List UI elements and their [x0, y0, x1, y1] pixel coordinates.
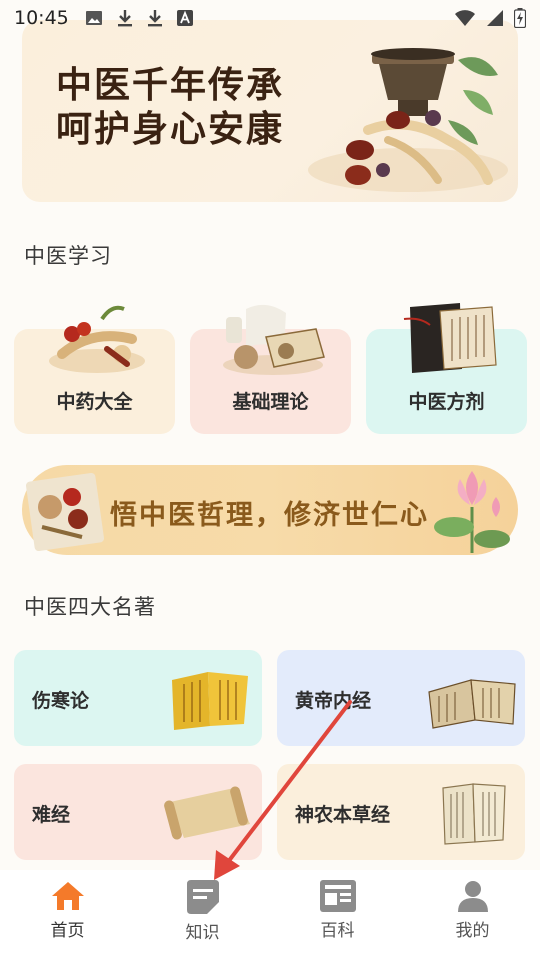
status-time: 10:45	[14, 7, 69, 29]
lotus-icon	[434, 471, 510, 553]
classic-card-nanjing[interactable]: 难经	[14, 764, 262, 860]
encyclopedia-icon	[319, 880, 356, 912]
home-icon	[51, 882, 84, 910]
battery-charging-icon	[514, 8, 526, 28]
prescription-scroll-icon	[403, 303, 497, 373]
herbs-icon	[49, 305, 145, 373]
slogan-text: 悟中医哲理，修济世仁心	[110, 500, 429, 531]
bottom-navigation: 首页 知识 百科 我的	[0, 870, 540, 960]
yellow-book-icon	[172, 672, 248, 730]
study-card-herbs[interactable]: 中药大全	[14, 305, 175, 434]
hero-banner[interactable]: 中医千年传承 呵护身心安康	[22, 20, 518, 202]
image-notification-icon	[85, 11, 102, 25]
signal-icon	[487, 10, 503, 26]
classic-card-label: 难经	[32, 804, 71, 826]
banner-headline-2: 呵护身心安康	[56, 108, 285, 150]
classic-card-label: 伤寒论	[32, 690, 90, 712]
open-book-icon	[428, 679, 516, 729]
classic-card-huangdi[interactable]: 黄帝内经	[277, 650, 525, 746]
nav-encyclopedia-label: 百科	[320, 921, 355, 941]
nav-encyclopedia[interactable]: 百科	[270, 870, 405, 960]
download-notification-icon-2	[147, 10, 162, 27]
study-card-prescriptions[interactable]: 中医方剂	[366, 303, 527, 434]
classic-card-label: 黄帝内经	[295, 690, 372, 712]
study-section-title: 中医学习	[24, 244, 112, 268]
status-bar: 10:45	[0, 0, 540, 36]
profile-icon	[457, 881, 488, 912]
download-notification-icon	[117, 10, 132, 27]
slogan-banner[interactable]: 悟中医哲理，修济世仁心	[22, 465, 518, 555]
classic-card-shanghan[interactable]: 伤寒论	[14, 650, 262, 746]
herbs-on-paper-icon	[25, 472, 105, 552]
nav-home[interactable]: 首页	[0, 870, 135, 960]
status-notifications	[85, 9, 193, 27]
nav-home-label: 首页	[50, 921, 85, 941]
herbal-medicine-illustration	[308, 48, 508, 192]
nav-profile-label: 我的	[455, 921, 490, 941]
keyboard-notification-icon	[176, 10, 193, 26]
nav-profile[interactable]: 我的	[405, 870, 540, 960]
study-card-label: 中医方剂	[408, 391, 485, 413]
old-book-icon	[442, 783, 506, 845]
classic-card-shennong[interactable]: 神农本草经	[277, 764, 525, 860]
wifi-icon	[455, 10, 475, 26]
classic-card-label: 神农本草经	[295, 804, 391, 826]
scroll-icon	[164, 786, 250, 840]
theory-book-icon	[223, 304, 325, 375]
nav-knowledge-label: 知识	[185, 923, 220, 943]
study-card-theory[interactable]: 基础理论	[190, 304, 351, 434]
classics-section-title: 中医四大名著	[24, 595, 156, 619]
knowledge-icon	[186, 880, 219, 914]
study-card-label: 中药大全	[56, 391, 133, 413]
nav-knowledge[interactable]: 知识	[135, 870, 270, 960]
status-system-icons	[454, 8, 526, 28]
study-card-label: 基础理论	[232, 391, 309, 413]
